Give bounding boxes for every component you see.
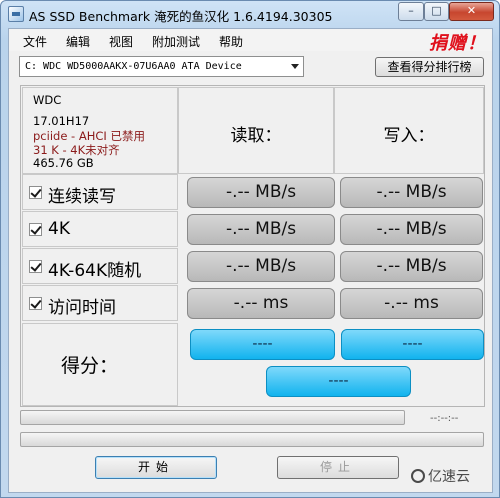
access-label: 访问时间: [48, 298, 116, 318]
stop-button[interactable]: 停止: [277, 456, 399, 479]
access-write-result: -.-- ms: [340, 288, 483, 319]
write-column-header: 写入：: [334, 87, 484, 174]
test-row-4k: 4K: [22, 211, 178, 247]
elapsed-time: --:--:--: [430, 413, 459, 424]
read-header-label: 读取：: [230, 126, 282, 146]
test-row-seq: 连续读写: [22, 174, 178, 210]
donate-link[interactable]: 捐赠！: [429, 29, 486, 55]
4k64-label: 4K-64K随机: [48, 261, 142, 281]
app-icon: [8, 6, 24, 22]
menu-bar: 文件 编辑 视图 附加测试 帮助 捐赠！: [9, 29, 492, 54]
seq-checkbox[interactable]: [29, 186, 42, 199]
drive-size: 465.76 GB: [33, 156, 94, 170]
watermark-logo-icon: [411, 469, 425, 483]
drive-firmware: 17.01H17: [33, 114, 90, 128]
write-header-label: 写入：: [383, 126, 435, 146]
app-window: AS SSD Benchmark 淹死的鱼汉化 1.6.4194.30305 –…: [0, 0, 500, 498]
start-button[interactable]: 开始: [95, 456, 217, 479]
4k-label: 4K: [48, 219, 70, 239]
watermark: 亿速云: [411, 466, 470, 486]
window-title: AS SSD Benchmark 淹死的鱼汉化 1.6.4194.30305: [29, 9, 333, 24]
progress-bar-total: [20, 432, 484, 447]
access-read-result: -.-- ms: [187, 288, 335, 319]
4k-read-result: -.-- MB/s: [187, 214, 335, 245]
seq-write-result: -.-- MB/s: [340, 177, 483, 208]
seq-label: 连续读写: [48, 187, 116, 207]
watermark-text: 亿速云: [428, 469, 470, 485]
results-grid: WDC 17.01H17 pciide - AHCI 已禁用 31 K - 4K…: [20, 85, 485, 407]
minimize-button[interactable]: –: [398, 2, 424, 21]
test-row-access: 访问时间: [22, 285, 178, 321]
score-read: ----: [190, 329, 335, 360]
progress-bar-current: [20, 410, 405, 425]
read-column-header: 读取：: [178, 87, 334, 174]
seq-read-result: -.-- MB/s: [187, 177, 335, 208]
menu-edit[interactable]: 编辑: [66, 33, 90, 50]
score-total: ----: [266, 366, 411, 397]
score-write: ----: [341, 329, 484, 360]
menu-file[interactable]: 文件: [23, 33, 47, 50]
ranking-button[interactable]: 查看得分排行榜: [375, 57, 484, 77]
4k64-write-result: -.-- MB/s: [340, 251, 483, 282]
drive-info-panel: WDC 17.01H17 pciide - AHCI 已禁用 31 K - 4K…: [22, 87, 178, 174]
score-label: 得分：: [61, 355, 119, 377]
close-button[interactable]: ✕: [449, 2, 494, 21]
drive-select[interactable]: C: WDC WD5000AAKX-07U6AA0 ATA Device: [19, 56, 304, 77]
client-area: 文件 编辑 视图 附加测试 帮助 捐赠！ C: WDC WD5000AAKX-0…: [8, 28, 493, 493]
drive-brand: WDC: [33, 93, 62, 107]
4k-write-result: -.-- MB/s: [340, 214, 483, 245]
4k64-checkbox[interactable]: [29, 260, 42, 273]
menu-view[interactable]: 视图: [109, 33, 133, 50]
4k64-read-result: -.-- MB/s: [187, 251, 335, 282]
chevron-down-icon: [291, 64, 299, 69]
drive-select-value: C: WDC WD5000AAKX-07U6AA0 ATA Device: [25, 61, 242, 72]
access-checkbox[interactable]: [29, 297, 42, 310]
test-row-4k64: 4K-64K随机: [22, 248, 178, 284]
score-label-cell: 得分：: [22, 323, 178, 406]
title-bar: AS SSD Benchmark 淹死的鱼汉化 1.6.4194.30305 –…: [1, 1, 499, 27]
4k-checkbox[interactable]: [29, 223, 42, 236]
maximize-button[interactable]: □: [424, 2, 449, 21]
menu-help[interactable]: 帮助: [219, 33, 243, 50]
menu-extra-tests[interactable]: 附加测试: [152, 33, 200, 50]
